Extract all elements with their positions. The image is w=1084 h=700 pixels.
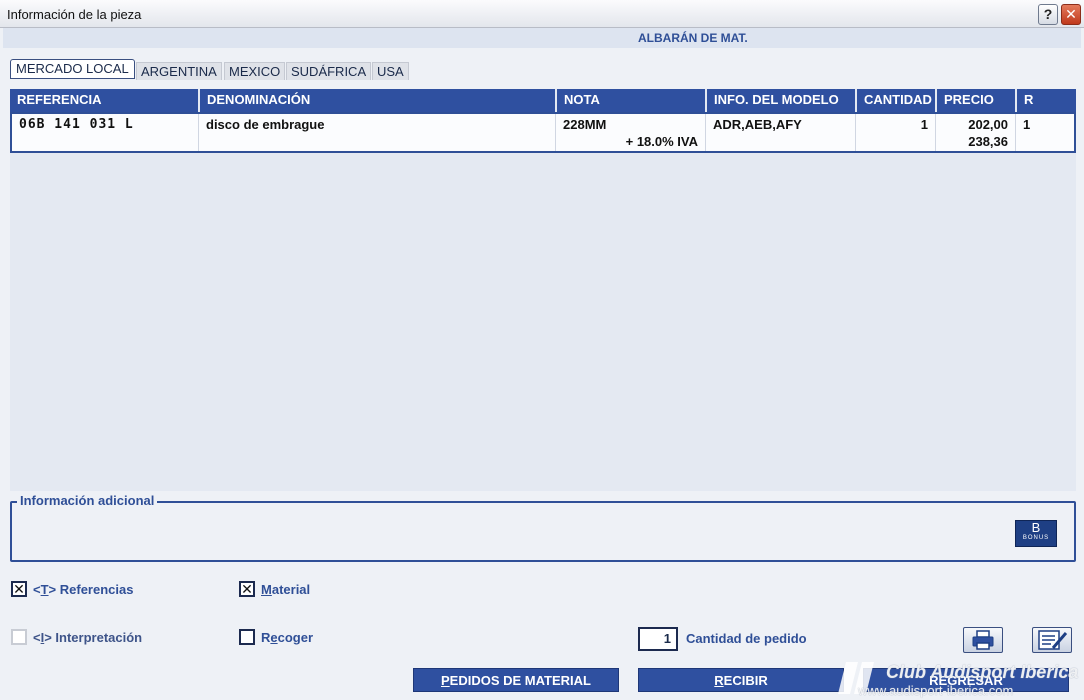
tab-sudafrica[interactable]: SUDÁFRICA <box>286 62 372 80</box>
bonus-icon: B <box>1031 520 1041 535</box>
column-cantidad[interactable]: CANTIDAD <box>855 89 935 112</box>
bonus-label: BONUS <box>1022 535 1050 541</box>
help-button[interactable]: ? <box>1038 4 1058 25</box>
bonus-button[interactable]: B BONUS <box>1015 520 1057 547</box>
column-r[interactable]: R <box>1015 89 1076 112</box>
column-nota[interactable]: NOTA <box>555 89 705 112</box>
checkbox-material-label: Material <box>261 581 311 597</box>
edit-note-icon <box>1038 630 1068 650</box>
tab-mercado-local[interactable]: MERCADO LOCAL <box>10 59 135 79</box>
table-row[interactable]: 06B 141 031 L disco de embrague 228MM + … <box>10 112 1076 153</box>
precio-value: 202,00 <box>968 117 1008 132</box>
column-referencia[interactable]: REFERENCIA <box>10 89 198 112</box>
checkbox-recoger-label: Recoger <box>261 629 314 645</box>
recibir-button[interactable]: RECIBIR <box>638 668 844 692</box>
cell-denominacion: disco de embrague <box>198 114 555 151</box>
column-denominacion[interactable]: DENOMINACIÓN <box>198 89 555 112</box>
checkbox-interpretacion-label: <I> Interpretación <box>33 629 143 645</box>
window-title: Información de la pieza <box>7 7 142 22</box>
header-strip: ALBARÁN DE MAT. <box>3 28 1081 48</box>
watermark-club-name: Club Audisport Iberica <box>886 662 1079 682</box>
checkbox-recoger[interactable]: Recoger <box>239 629 313 645</box>
watermark: Club Audisport Iberica www.audisport-ibe… <box>838 656 1084 700</box>
nota-iva: + 18.0% IVA <box>625 134 698 149</box>
info-adicional-legend: Información adicional <box>17 493 158 508</box>
precio-iva: 238,36 <box>968 134 1008 149</box>
parts-table: REFERENCIA DENOMINACIÓN NOTA INFO. DEL M… <box>10 89 1076 491</box>
checkbox-material[interactable]: ✕ Material <box>239 581 310 597</box>
table-header: REFERENCIA DENOMINACIÓN NOTA INFO. DEL M… <box>10 89 1076 112</box>
order-quantity-input[interactable]: 1 <box>638 627 678 651</box>
pedidos-material-button[interactable]: PEDIDOS DE MATERIAL <box>413 668 619 692</box>
document-title: ALBARÁN DE MAT. <box>638 31 748 45</box>
tab-argentina[interactable]: ARGENTINA <box>136 62 222 80</box>
cell-precio: 202,00 238,36 <box>935 114 1015 151</box>
printer-icon <box>972 630 994 650</box>
tab-mexico[interactable]: MEXICO <box>224 62 286 80</box>
checkbox-interpretacion[interactable]: <I> Interpretación <box>11 629 142 645</box>
checkbox-recoger-box[interactable] <box>239 629 255 645</box>
info-adicional-box[interactable]: Información adicional B BONUS <box>10 493 1076 562</box>
close-button[interactable]: ✕ <box>1061 4 1081 25</box>
main-window: ALBARÁN DE MAT. MERCADO LOCAL ARGENTINA … <box>3 28 1083 700</box>
edit-note-button[interactable] <box>1032 627 1072 653</box>
checkbox-referencias[interactable]: ✕ <T> Referencias <box>11 581 133 597</box>
title-bar: Información de la pieza ? ✕ <box>0 0 1084 28</box>
checkbox-referencias-label: <T> Referencias <box>33 581 134 597</box>
tab-usa[interactable]: USA <box>372 62 409 80</box>
cell-r: 1 <box>1015 114 1074 151</box>
cell-nota: 228MM + 18.0% IVA <box>555 114 705 151</box>
checkbox-material-box[interactable]: ✕ <box>239 581 255 597</box>
column-precio[interactable]: PRECIO <box>935 89 1015 112</box>
nota-value: 228MM <box>563 117 607 132</box>
cell-info-modelo: ADR,AEB,AFY <box>705 114 855 151</box>
cell-referencia: 06B 141 031 L <box>19 117 134 132</box>
cell-cantidad: 1 <box>855 114 935 151</box>
watermark-url: www.audisport-iberica.com <box>858 683 1014 698</box>
checkbox-interpretacion-box[interactable] <box>11 629 27 645</box>
column-info-modelo[interactable]: INFO. DEL MODELO <box>705 89 855 112</box>
order-quantity-label: Cantidad de pedido <box>686 631 807 646</box>
print-button[interactable] <box>963 627 1003 653</box>
checkbox-referencias-box[interactable]: ✕ <box>11 581 27 597</box>
